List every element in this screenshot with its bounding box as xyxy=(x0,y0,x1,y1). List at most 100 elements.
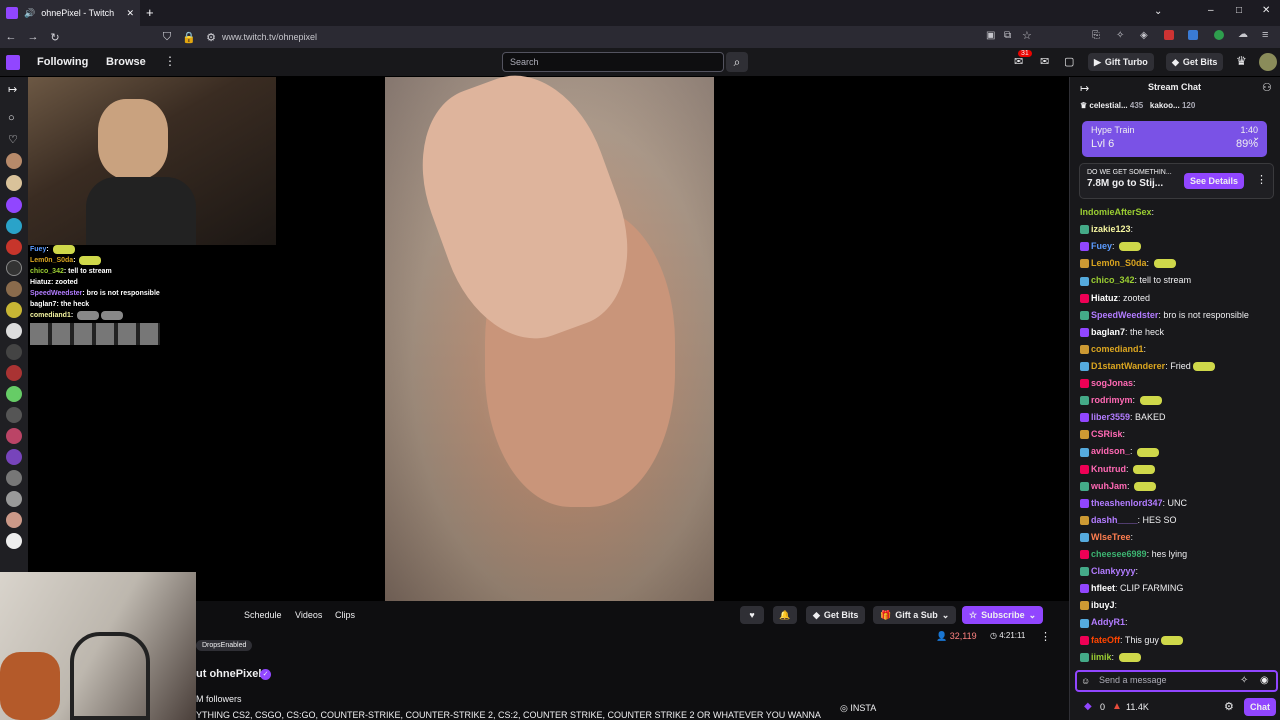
chat-badge-icon[interactable] xyxy=(1080,344,1089,354)
bookmark-star-icon[interactable]: ☆ xyxy=(1022,29,1032,42)
see-details-button[interactable]: See Details xyxy=(1184,173,1245,189)
chat-username[interactable]: baglan7 xyxy=(1091,327,1125,337)
chat-badge-icon[interactable] xyxy=(1080,584,1089,594)
chat-badge-icon[interactable] xyxy=(1080,242,1089,252)
sidebar-channel-avatar[interactable] xyxy=(6,197,22,213)
chat-username[interactable]: comediand1 xyxy=(1091,344,1144,354)
chat-username[interactable]: AddyR1 xyxy=(1091,617,1125,627)
chat-username[interactable]: iimik xyxy=(1091,652,1112,662)
new-tab-button[interactable]: + xyxy=(146,5,154,20)
shield-icon[interactable]: ⛉ xyxy=(156,31,178,44)
tab-list-icon[interactable]: ⌄ xyxy=(1154,6,1162,17)
search-button[interactable]: ⌕ xyxy=(726,52,748,72)
chat-badge-icon[interactable] xyxy=(1080,379,1089,389)
sidebar-channel-avatar[interactable] xyxy=(6,428,22,444)
chat-username[interactable]: fateOff xyxy=(1091,635,1120,645)
tab-schedule[interactable]: Schedule xyxy=(244,610,282,620)
speaker-icon[interactable]: 🔊 xyxy=(24,8,35,19)
follow-heart-button[interactable]: ♥ xyxy=(740,606,764,624)
sidebar-channel-avatar[interactable] xyxy=(6,365,22,381)
close-window-icon[interactable]: ✕ xyxy=(1262,5,1270,16)
expand-sidebar-icon[interactable]: ↦ xyxy=(8,83,17,96)
sidebar-channel-avatar[interactable] xyxy=(6,323,22,339)
chat-username[interactable]: avidson_ xyxy=(1091,446,1130,456)
tab-videos[interactable]: Videos xyxy=(295,610,322,620)
users-icon[interactable]: ⚇ xyxy=(1262,81,1272,94)
chat-badge-icon[interactable] xyxy=(1080,327,1089,337)
sidebar-channel-avatar[interactable] xyxy=(6,470,22,486)
bits-balance-icon[interactable]: ▲ xyxy=(1112,701,1122,712)
crown-icon[interactable]: ♛ xyxy=(1236,54,1247,68)
chat-badge-icon[interactable] xyxy=(1080,447,1089,457)
chat-username[interactable]: SpeedWeedster xyxy=(1091,310,1158,320)
browser-tab[interactable]: 🔊 ohnePixel - Twitch ✕ xyxy=(0,0,140,26)
insta-link[interactable]: ◎ INSTA xyxy=(840,703,876,714)
addon-green-icon[interactable] xyxy=(1214,30,1224,40)
chat-username[interactable]: liber3559 xyxy=(1091,412,1130,422)
hype-train-banner[interactable]: Hype Train 1:40 Lvl 6 89% xyxy=(1082,121,1267,157)
more-menu-icon[interactable]: ⋮ xyxy=(164,54,176,68)
following-heart-icon[interactable]: ○ xyxy=(8,112,15,124)
prediction-banner[interactable]: DO WE GET SOMETHIN... 7.8M go to Stij...… xyxy=(1079,163,1274,199)
chat-badge-icon[interactable] xyxy=(1080,362,1089,372)
pip-icon[interactable]: ⧉ xyxy=(1004,30,1011,41)
reader-icon[interactable]: ▣ xyxy=(986,30,995,41)
more-options-icon[interactable]: ⋮ xyxy=(1040,630,1051,643)
chat-badge-icon[interactable] xyxy=(1080,567,1089,577)
maximize-icon[interactable]: □ xyxy=(1236,5,1242,16)
get-bits-nav-button[interactable]: ◆ Get Bits xyxy=(1166,53,1224,71)
sidebar-channel-avatar[interactable] xyxy=(6,491,22,507)
chat-badge-icon[interactable] xyxy=(1080,635,1089,645)
sidebar-channel-avatar[interactable] xyxy=(6,302,22,318)
hype-expand-icon[interactable]: ⌄ xyxy=(1252,132,1260,143)
chat-username[interactable]: IndomieAfterSex xyxy=(1080,207,1152,217)
heart-icon[interactable]: ♡ xyxy=(8,133,18,146)
chat-send-button[interactable]: Chat xyxy=(1244,698,1276,716)
chat-badge-icon[interactable] xyxy=(1080,652,1089,662)
sidebar-channel-avatar[interactable] xyxy=(6,449,22,465)
sidebar-channel-avatar[interactable] xyxy=(6,175,22,191)
drops-enabled-tag[interactable]: DropsEnabled xyxy=(196,640,253,651)
search-input[interactable]: Search xyxy=(502,52,724,72)
sidebar-channel-avatar[interactable] xyxy=(6,386,22,402)
subscribe-button[interactable]: ☆ Subscribe ⌄ xyxy=(962,606,1044,624)
chat-badge-icon[interactable] xyxy=(1080,601,1089,611)
chat-badge-icon[interactable] xyxy=(1080,498,1089,508)
sidebar-channel-avatar[interactable] xyxy=(6,239,22,255)
prediction-more-icon[interactable]: ⋮ xyxy=(1256,173,1267,186)
chat-username[interactable]: wuhJam xyxy=(1091,481,1127,491)
bits-leaderboard[interactable]: ♛ celestial... 435 kakoo... 120 xyxy=(1080,101,1195,110)
chat-badge-icon[interactable] xyxy=(1080,430,1089,440)
chat-badge-icon[interactable] xyxy=(1080,533,1089,543)
get-bits-button[interactable]: ◆ Get Bits xyxy=(806,606,866,624)
activity-icon[interactable]: ▢ xyxy=(1064,55,1074,68)
chat-username[interactable]: Fuey xyxy=(1091,241,1112,251)
addon-blue-icon[interactable] xyxy=(1188,30,1198,40)
nav-browse[interactable]: Browse xyxy=(106,56,146,68)
chat-username[interactable]: theashenlord347 xyxy=(1091,498,1163,508)
close-tab-icon[interactable]: ✕ xyxy=(126,8,134,19)
extensions-icon[interactable]: ⎘ xyxy=(1092,30,1100,41)
addon-red-icon[interactable] xyxy=(1164,30,1174,40)
channel-points-icon[interactable]: ◆ xyxy=(1084,701,1092,712)
sidebar-channel-avatar[interactable] xyxy=(6,512,22,528)
sidebar-channel-avatar[interactable] xyxy=(6,407,22,423)
tab-clips[interactable]: Clips xyxy=(335,610,355,620)
gift-turbo-button[interactable]: ▶ Gift Turbo xyxy=(1088,53,1154,71)
chat-badge-icon[interactable] xyxy=(1080,550,1089,560)
chat-username[interactable]: Knutrud xyxy=(1091,464,1126,474)
chat-username[interactable]: rodrimym xyxy=(1091,395,1133,405)
twitch-logo-icon[interactable] xyxy=(6,55,20,70)
chat-username[interactable]: cheesee6989 xyxy=(1091,549,1147,559)
chat-username[interactable]: ibuyJ xyxy=(1091,600,1115,610)
chat-badge-icon[interactable] xyxy=(1080,310,1089,320)
chat-username[interactable]: Clankyyyy xyxy=(1091,566,1136,576)
chat-settings-icon[interactable]: ⚙ xyxy=(1224,700,1234,713)
chat-badge-icon[interactable] xyxy=(1080,464,1089,474)
menu-icon[interactable]: ≡ xyxy=(1262,29,1268,41)
chat-badge-icon[interactable] xyxy=(1080,413,1089,423)
chat-username[interactable]: dashh____ xyxy=(1091,515,1138,525)
account-icon[interactable]: ☁ xyxy=(1238,29,1248,40)
chat-badge-icon[interactable] xyxy=(1080,276,1089,286)
user-avatar[interactable] xyxy=(1259,53,1277,71)
